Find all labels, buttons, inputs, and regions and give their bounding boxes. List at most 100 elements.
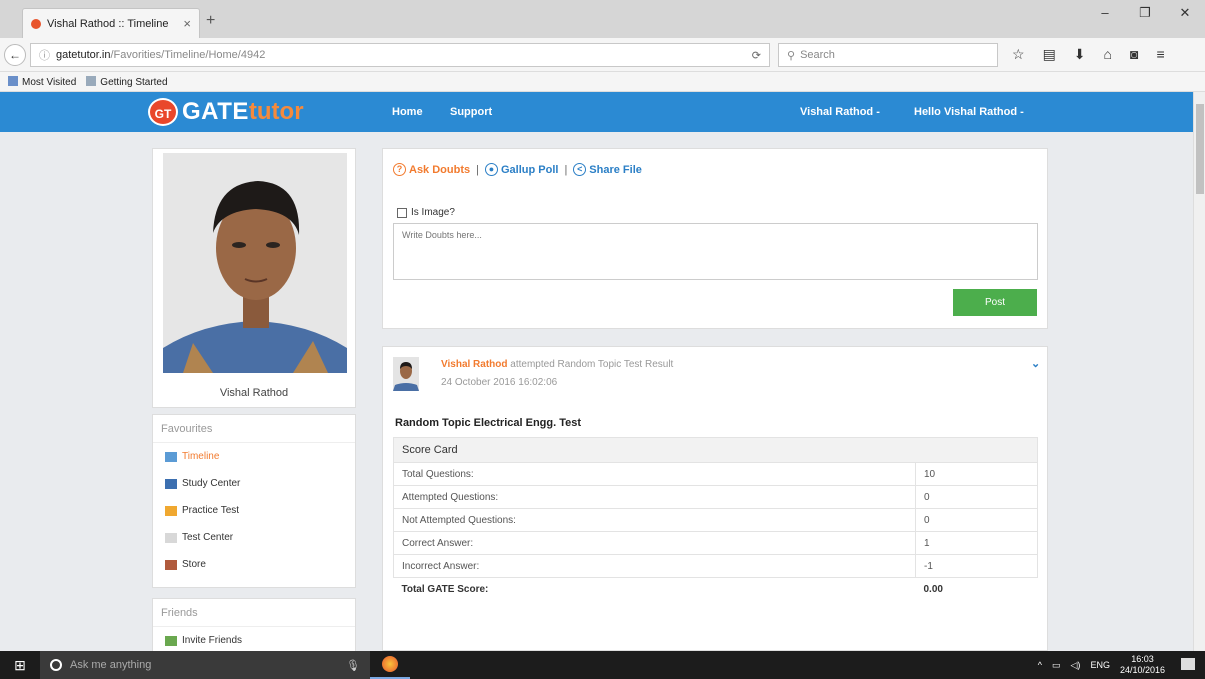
taskbar-search-box[interactable]: Ask me anything 🎙 (40, 651, 370, 679)
row-value: -1 (915, 554, 1038, 578)
windows-start-icon[interactable]: ⊞ (0, 657, 40, 674)
browser-tab[interactable]: Vishal Rathod :: Timeline × (22, 8, 200, 38)
question-icon: ? (393, 163, 406, 176)
bookmark-getting-started[interactable]: Getting Started (86, 75, 168, 88)
clock[interactable]: 16:03 24/10/2016 (1120, 654, 1165, 676)
row-label: Not Attempted Questions: (393, 508, 916, 532)
site-logo[interactable]: GT GATE tutor (148, 98, 304, 126)
row-label: Attempted Questions: (393, 485, 916, 509)
new-tab-icon[interactable]: + (206, 12, 215, 30)
profile-card: Vishal Rathod (152, 148, 356, 408)
invite-friends-icon (165, 635, 177, 646)
score-card-table: Score Card Total Questions: 10 Attempted … (393, 437, 1038, 601)
user-menu-dropdown[interactable]: Vishal Rathod - (800, 106, 880, 118)
browser-search-input[interactable]: ⚲ Search (778, 43, 998, 67)
nav-support-link[interactable]: Support (450, 106, 492, 118)
friends-heading: Friends (153, 599, 355, 627)
system-tray: ^ ▭ ◁) ENG 16:03 24/10/2016 (1038, 651, 1165, 679)
row-value: 0 (915, 485, 1038, 509)
language-indicator[interactable]: ENG (1090, 660, 1110, 670)
tray-chevron-icon[interactable]: ^ (1038, 660, 1042, 670)
browser-navbar: ← ⓘ gatetutor.in/Favorities/Timeline/Hom… (0, 38, 1205, 72)
search-placeholder: Search (800, 49, 835, 61)
profile-photo[interactable] (163, 153, 347, 373)
bookmark-star-icon[interactable]: ☆ (1012, 46, 1025, 63)
timeline-icon (165, 451, 177, 462)
row-value: 0 (915, 508, 1038, 532)
tab-separator: | (476, 163, 479, 176)
site-header: GT GATE tutor Home Support Vishal Rathod … (0, 92, 1193, 132)
tab-title: Vishal Rathod :: Timeline (47, 17, 169, 30)
sidebar-item-label: Practice Test (182, 505, 240, 516)
cortana-icon (50, 659, 62, 671)
globe-icon (86, 75, 97, 86)
tab-label: Share File (589, 163, 642, 176)
logo-tutor-text: tutor (248, 98, 304, 125)
post-button[interactable]: Post (953, 289, 1037, 316)
scrollbar-thumb[interactable] (1196, 104, 1204, 194)
bookmark-most-visited[interactable]: Most Visited (8, 75, 77, 88)
notification-icon[interactable] (1181, 658, 1195, 670)
practice-test-icon (165, 505, 177, 516)
logo-badge: GT (148, 98, 178, 126)
sidebar-item-store[interactable]: Store (153, 551, 355, 578)
table-row: Not Attempted Questions: 0 (393, 508, 1038, 532)
bookmarks-bar: Most Visited Getting Started (0, 72, 1205, 92)
avatar-image (393, 357, 419, 391)
post-author-link[interactable]: Vishal Rathod (441, 359, 508, 370)
sidebar-item-study-center[interactable]: Study Center (153, 470, 355, 497)
author-avatar[interactable] (393, 357, 419, 391)
restore-icon[interactable]: ❐ (1125, 0, 1165, 30)
row-label: Incorrect Answer: (393, 554, 916, 578)
nav-home-link[interactable]: Home (392, 106, 423, 118)
sidebar-item-practice-test[interactable]: Practice Test (153, 497, 355, 524)
clock-time: 16:03 (1131, 654, 1154, 664)
sidebar-item-invite-friends[interactable]: Invite Friends (153, 627, 355, 654)
reading-list-icon[interactable]: ▤ (1043, 46, 1056, 63)
volume-icon[interactable]: ◁) (1071, 660, 1081, 671)
doubt-textarea[interactable] (393, 223, 1038, 280)
back-icon[interactable]: ← (4, 44, 26, 66)
pocket-icon[interactable]: ◙ (1130, 46, 1138, 63)
reload-icon[interactable]: ⟳ (752, 49, 761, 62)
bookmark-label: Most Visited (22, 76, 77, 88)
table-row: Attempted Questions: 0 (393, 485, 1038, 509)
timeline-post: Vishal Rathod attempted Random Topic Tes… (382, 346, 1048, 651)
sidebar-item-label: Test Center (182, 532, 234, 543)
tab-label: Gallup Poll (500, 163, 559, 176)
row-label: Total Questions: (393, 462, 916, 486)
close-window-icon[interactable]: ✕ (1165, 0, 1205, 30)
network-icon[interactable]: ▭ (1052, 660, 1061, 671)
checkbox-box[interactable] (397, 207, 407, 218)
page-scrollbar[interactable] (1193, 92, 1205, 651)
sidebar-item-timeline[interactable]: Timeline (153, 443, 355, 470)
hello-user-dropdown[interactable]: Hello Vishal Rathod - (914, 106, 1024, 118)
microphone-icon[interactable]: 🎙 (346, 659, 360, 672)
info-icon[interactable]: ⓘ (39, 47, 50, 63)
close-tab-icon[interactable]: × (183, 16, 191, 31)
chevron-down-icon[interactable]: ⌄ (1031, 357, 1040, 370)
profile-name[interactable]: Vishal Rathod (153, 387, 355, 399)
address-bar[interactable]: ⓘ gatetutor.in/Favorities/Timeline/Home/… (30, 43, 770, 67)
table-row: Correct Answer: 1 (393, 531, 1038, 555)
tab-share-file[interactable]: < Share File (573, 163, 642, 176)
post-title: Random Topic Electrical Engg. Test (395, 417, 582, 429)
sidebar-item-test-center[interactable]: Test Center (153, 524, 355, 551)
profile-photo-image (163, 153, 347, 373)
share-icon: < (573, 163, 587, 176)
tab-gallup-poll[interactable]: ● Gallup Poll (484, 163, 559, 176)
poll-icon: ● (484, 163, 498, 176)
favourites-panel: Favourites Timeline Study Center Practic… (152, 414, 356, 588)
sidebar-item-label: Store (182, 559, 206, 570)
folder-icon (8, 75, 18, 86)
minimize-icon[interactable]: – (1085, 0, 1125, 30)
is-image-checkbox[interactable]: Is Image? (397, 207, 455, 218)
tab-ask-doubts[interactable]: ? Ask Doubts (393, 163, 470, 176)
menu-icon[interactable]: ≡ (1156, 46, 1164, 63)
firefox-taskbar-icon[interactable] (370, 651, 410, 679)
site-favicon-icon (31, 18, 41, 29)
home-icon[interactable]: ⌂ (1104, 46, 1112, 63)
table-header: Score Card (393, 437, 1038, 463)
download-icon[interactable]: ⬇ (1074, 46, 1086, 63)
sidebar-item-label: Timeline (182, 451, 220, 462)
